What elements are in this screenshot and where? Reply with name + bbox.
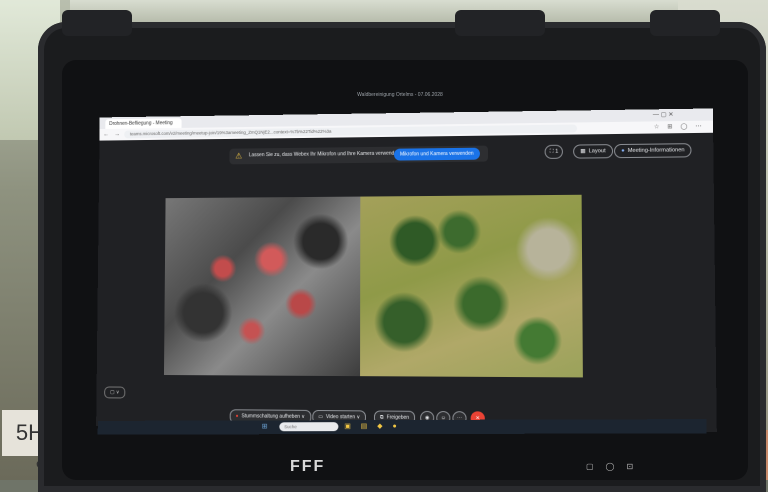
toolbar-icons[interactable]: ☆ ⊞ ◯ ⋯ [654, 123, 705, 131]
start-icon[interactable]: ⊞ [262, 422, 272, 430]
window-controls[interactable]: — ▢ ✕ [653, 111, 674, 118]
camera-icon: ▭ [318, 414, 323, 420]
permission-text: Lassen Sie zu, dass Webex Ihr Mikrofon u… [249, 151, 410, 159]
taskbar-search-input[interactable] [279, 422, 338, 431]
case-latch [455, 10, 545, 36]
allow-mic-camera-button[interactable]: Mikrofon und Kamera verwenden [394, 148, 480, 161]
info-icon: ● [621, 148, 624, 154]
warning-icon: ⚠ [235, 151, 242, 160]
device-brand-logo: FFF [290, 458, 325, 476]
case-latch [62, 10, 132, 36]
permission-banner: ⚠ Lassen Sie zu, dass Webex Ihr Mikrofon… [229, 146, 488, 165]
case-latch [650, 10, 720, 36]
screen-caption: Waldbereinigung Ortelms - 07.06.2028 [300, 92, 500, 98]
taskbar-app-icons[interactable]: ▣ ▤ ◆ ● [344, 422, 400, 430]
shared-screen [164, 195, 583, 378]
thermal-drone-image [164, 197, 360, 377]
layout-button[interactable]: ▦ Layout [573, 144, 613, 159]
layout-label: Layout [589, 148, 606, 154]
mic-off-icon: ● [236, 413, 239, 419]
fullscreen-button[interactable]: ⛶ 1 [545, 145, 564, 159]
meeting-info-button[interactable]: ● Meeting-Informationen [614, 143, 692, 158]
laptop-screen: Drohnen-Befliegung - Meeting — ▢ ✕ ← → ⟳… [96, 108, 717, 432]
meeting-app: ⚠ Lassen Sie zu, dass Webex Ihr Mikrofon… [96, 133, 717, 432]
rgb-drone-image [360, 195, 583, 378]
meeting-info-label: Meeting-Informationen [628, 147, 685, 154]
case-status-icons: ▢◯⊡ [586, 462, 645, 471]
windows-taskbar: ⊞ ▣ ▤ ◆ ● [98, 419, 707, 434]
unmute-label: Stummschaltung aufheben [241, 413, 300, 420]
layout-icon: ▦ [580, 148, 585, 154]
chat-toggle[interactable]: ▢ ∨ [104, 386, 125, 398]
